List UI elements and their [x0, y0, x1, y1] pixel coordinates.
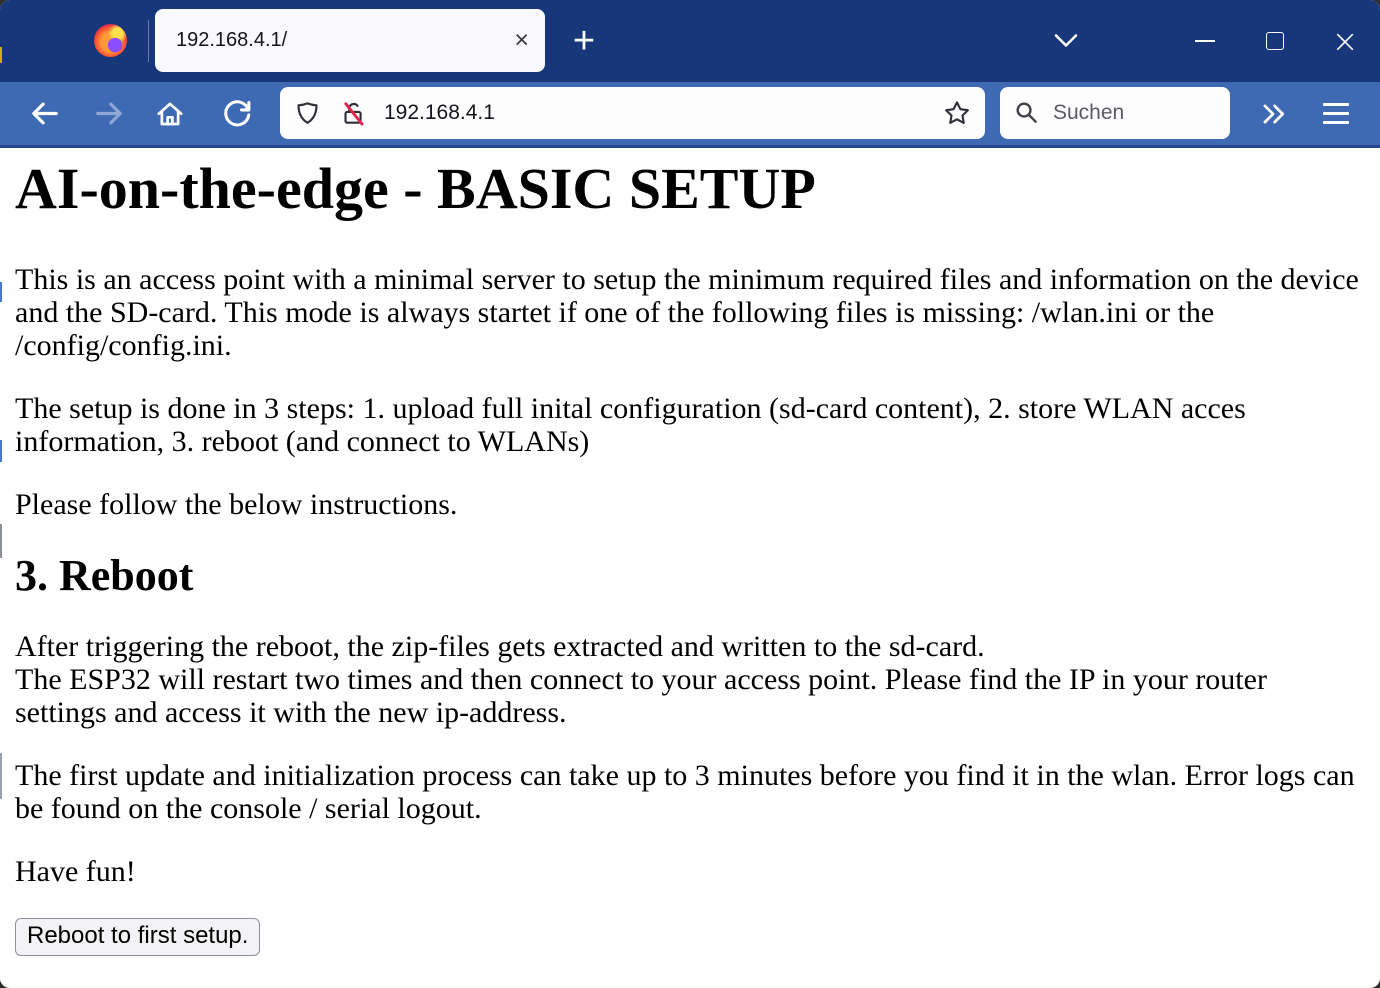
- minimize-icon: [1195, 40, 1215, 42]
- search-icon: [1014, 100, 1040, 126]
- app-menu-button[interactable]: [1312, 82, 1360, 145]
- reboot-paragraph-line-1: After triggering the reboot, the zip-fil…: [15, 630, 985, 663]
- left-edge-artifact: [0, 524, 2, 558]
- bookmark-star-icon[interactable]: [943, 99, 971, 127]
- search-input[interactable]: [1051, 100, 1216, 126]
- intro-paragraph-3: Please follow the below instructions.: [15, 488, 1360, 521]
- arrow-right-icon: [93, 97, 126, 130]
- firefox-logo-icon: [94, 24, 127, 57]
- browser-navbar: [0, 82, 1380, 148]
- left-edge-artifact: [0, 753, 2, 799]
- insecure-connection-lock-icon[interactable]: [340, 100, 367, 127]
- reload-button[interactable]: [217, 82, 255, 145]
- left-edge-artifact: [0, 440, 2, 462]
- tab-close-icon[interactable]: ×: [514, 28, 529, 53]
- forward-button[interactable]: [89, 82, 129, 145]
- browser-titlebar: 192.168.4.1/ × + ×: [0, 0, 1380, 82]
- new-tab-button[interactable]: +: [562, 0, 606, 82]
- close-icon: ×: [1332, 25, 1359, 57]
- search-bar[interactable]: [1000, 87, 1230, 139]
- reboot-paragraph-1: After triggering the reboot, the zip-fil…: [15, 630, 1360, 729]
- maximize-button[interactable]: [1240, 0, 1310, 82]
- minimize-button[interactable]: [1170, 0, 1240, 82]
- reboot-paragraph-2: The first update and initialization proc…: [15, 759, 1360, 825]
- plus-icon: +: [573, 20, 595, 63]
- toolbar-overflow-button[interactable]: [1252, 82, 1294, 145]
- home-button[interactable]: [151, 82, 189, 145]
- reboot-paragraph-line-2: The ESP32 will restart two times and the…: [15, 663, 1267, 729]
- list-tabs-button[interactable]: [1046, 0, 1086, 82]
- url-input[interactable]: [382, 100, 943, 126]
- back-button[interactable]: [24, 82, 64, 145]
- tab-separator: [148, 20, 149, 62]
- browser-window: 192.168.4.1/ × + ×: [0, 0, 1380, 988]
- window-controls: ×: [1170, 0, 1380, 82]
- browser-tab[interactable]: 192.168.4.1/ ×: [155, 9, 545, 72]
- tab-title: 192.168.4.1/: [176, 29, 287, 52]
- page-title: AI-on-the-edge - BASIC SETUP: [15, 157, 1360, 221]
- left-edge-artifact: [0, 47, 2, 63]
- close-window-button[interactable]: ×: [1310, 0, 1380, 82]
- section-heading-reboot: 3. Reboot: [15, 551, 1360, 600]
- intro-paragraph-1: This is an access point with a minimal s…: [15, 263, 1360, 362]
- page-content: AI-on-the-edge - BASIC SETUP This is an …: [0, 148, 1380, 986]
- left-edge-artifact: [0, 282, 2, 302]
- tracking-protection-shield-icon[interactable]: [294, 100, 321, 127]
- chevron-down-icon: [1052, 31, 1080, 51]
- reboot-button[interactable]: Reboot to first setup.: [15, 918, 260, 956]
- have-fun-text: Have fun!: [15, 855, 1360, 888]
- intro-paragraph-2: The setup is done in 3 steps: 1. upload …: [15, 392, 1360, 458]
- home-icon: [154, 98, 186, 130]
- maximize-icon: [1266, 32, 1284, 50]
- double-chevron-right-icon: [1258, 101, 1288, 127]
- url-bar[interactable]: [280, 87, 985, 139]
- hamburger-menu-icon: [1323, 103, 1349, 124]
- reload-icon: [220, 97, 253, 130]
- arrow-left-icon: [28, 97, 61, 130]
